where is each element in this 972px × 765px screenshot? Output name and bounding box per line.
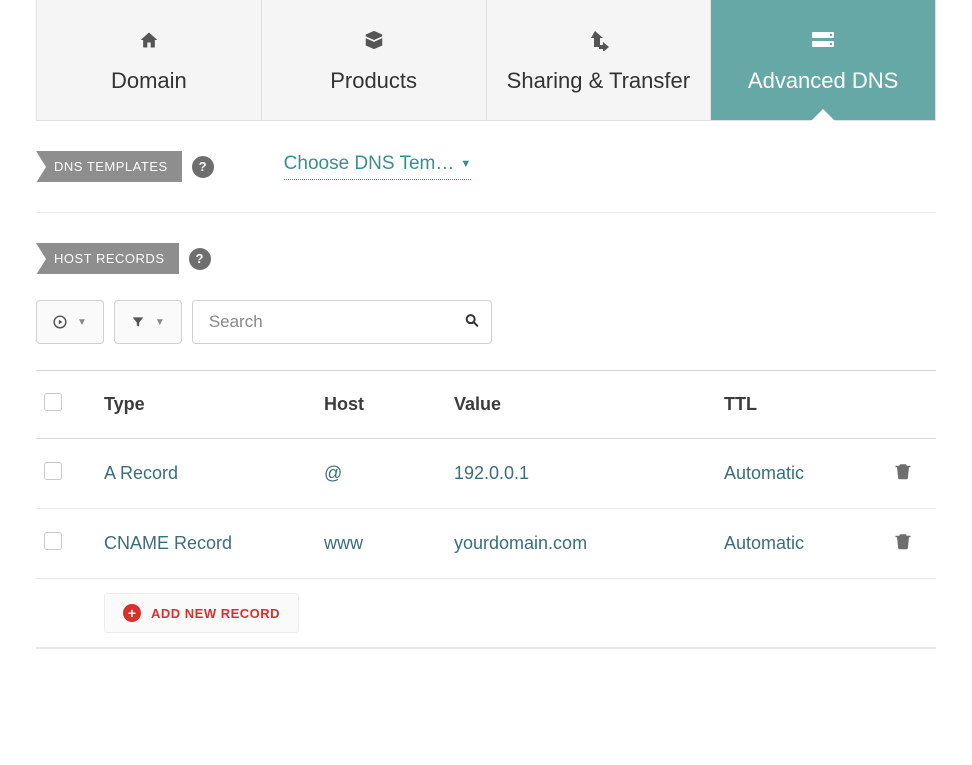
tab-label: Products — [330, 68, 417, 94]
tab-label: Advanced DNS — [748, 68, 898, 94]
tab-advanced-dns[interactable]: Advanced DNS — [711, 0, 935, 120]
add-button-label: ADD NEW RECORD — [151, 606, 280, 621]
select-all-checkbox[interactable] — [44, 393, 62, 411]
tab-label: Domain — [111, 68, 187, 94]
col-host: Host — [316, 371, 446, 439]
record-ttl[interactable]: Automatic — [716, 509, 886, 579]
server-icon — [810, 26, 836, 54]
search-box — [192, 300, 492, 344]
row-checkbox[interactable] — [44, 532, 62, 550]
divider — [36, 212, 936, 213]
tab-bar: Domain Products Sharing & Transfer Advan… — [36, 0, 936, 121]
search-icon — [464, 313, 480, 329]
record-host[interactable]: @ — [316, 439, 446, 509]
help-icon[interactable]: ? — [189, 248, 211, 270]
row-checkbox[interactable] — [44, 462, 62, 480]
play-circle-icon — [53, 315, 67, 329]
search-button[interactable] — [458, 307, 486, 338]
trash-icon — [894, 531, 912, 551]
actions-dropdown[interactable]: ▼ — [36, 300, 104, 344]
col-type: Type — [96, 371, 316, 439]
host-records-section: HOST RECORDS ? ▼ ▼ Type Host Value — [36, 243, 936, 649]
record-type[interactable]: A Record — [96, 439, 316, 509]
add-row: + ADD NEW RECORD — [36, 579, 936, 648]
tab-label: Sharing & Transfer — [507, 68, 690, 94]
filter-icon — [131, 315, 145, 329]
tab-sharing-transfer[interactable]: Sharing & Transfer — [487, 0, 712, 120]
plus-icon: + — [123, 604, 141, 622]
divider — [36, 648, 936, 649]
host-records-label: HOST RECORDS — [36, 243, 179, 274]
help-icon[interactable]: ? — [192, 156, 214, 178]
trash-icon — [894, 461, 912, 481]
chevron-down-icon: ▼ — [77, 317, 87, 328]
dropdown-text: Choose DNS Tem… — [284, 153, 455, 175]
table-row: A Record @ 192.0.0.1 Automatic — [36, 439, 936, 509]
col-value: Value — [446, 371, 716, 439]
package-icon — [362, 26, 386, 54]
col-ttl: TTL — [716, 371, 886, 439]
record-ttl[interactable]: Automatic — [716, 439, 886, 509]
chevron-down-icon: ▼ — [155, 317, 165, 328]
chevron-down-icon: ▼ — [460, 158, 471, 170]
delete-button[interactable] — [894, 465, 912, 485]
record-value[interactable]: 192.0.0.1 — [446, 439, 716, 509]
table-header-row: Type Host Value TTL — [36, 371, 936, 439]
dns-template-dropdown[interactable]: Choose DNS Tem… ▼ — [284, 153, 472, 180]
tab-products[interactable]: Products — [262, 0, 487, 120]
filter-dropdown[interactable]: ▼ — [114, 300, 182, 344]
record-value[interactable]: yourdomain.com — [446, 509, 716, 579]
table-row: CNAME Record www yourdomain.com Automati… — [36, 509, 936, 579]
host-records-table: Type Host Value TTL A Record @ 192.0.0.1… — [36, 370, 936, 648]
home-icon — [138, 26, 160, 54]
delete-button[interactable] — [894, 535, 912, 555]
toolbar: ▼ ▼ — [36, 300, 936, 344]
record-host[interactable]: www — [316, 509, 446, 579]
record-type[interactable]: CNAME Record — [96, 509, 316, 579]
search-input[interactable] — [192, 300, 492, 344]
add-new-record-button[interactable]: + ADD NEW RECORD — [104, 593, 299, 633]
share-icon — [585, 26, 611, 54]
tab-domain[interactable]: Domain — [37, 0, 262, 120]
dns-templates-label: DNS TEMPLATES — [36, 151, 182, 182]
dns-templates-section: DNS TEMPLATES ? Choose DNS Tem… ▼ — [36, 151, 936, 182]
